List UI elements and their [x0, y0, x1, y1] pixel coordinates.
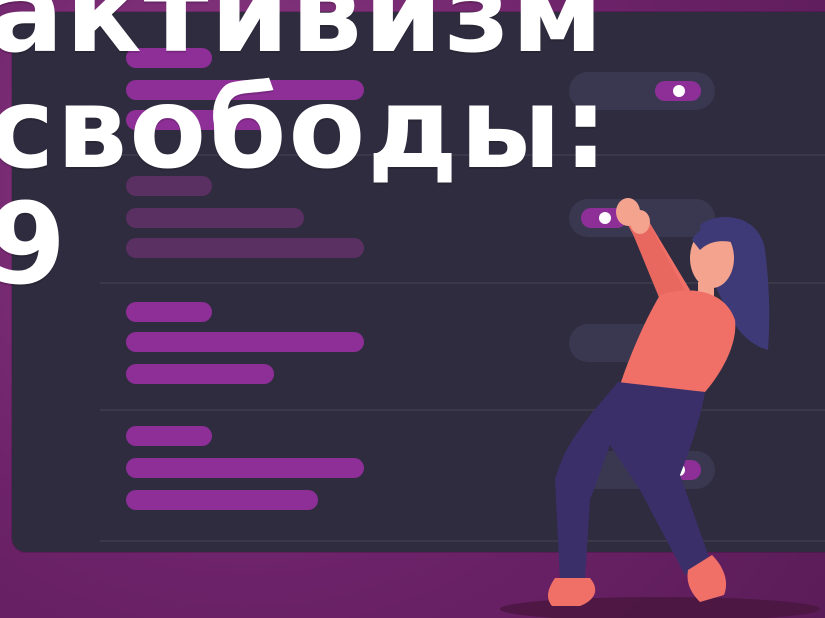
hand-shape: [630, 210, 650, 234]
title-line-1: активизм: [0, 0, 605, 78]
hero-banner: активизм свободы: 9: [0, 0, 825, 618]
left-shoe-shape: [548, 578, 596, 606]
page-title: активизм свободы: 9: [0, 0, 610, 303]
title-line-2: свободы:: [0, 64, 610, 194]
pants-shape: [555, 382, 710, 580]
title-line-3: 9: [0, 180, 68, 310]
shirt-shape: [620, 290, 736, 392]
